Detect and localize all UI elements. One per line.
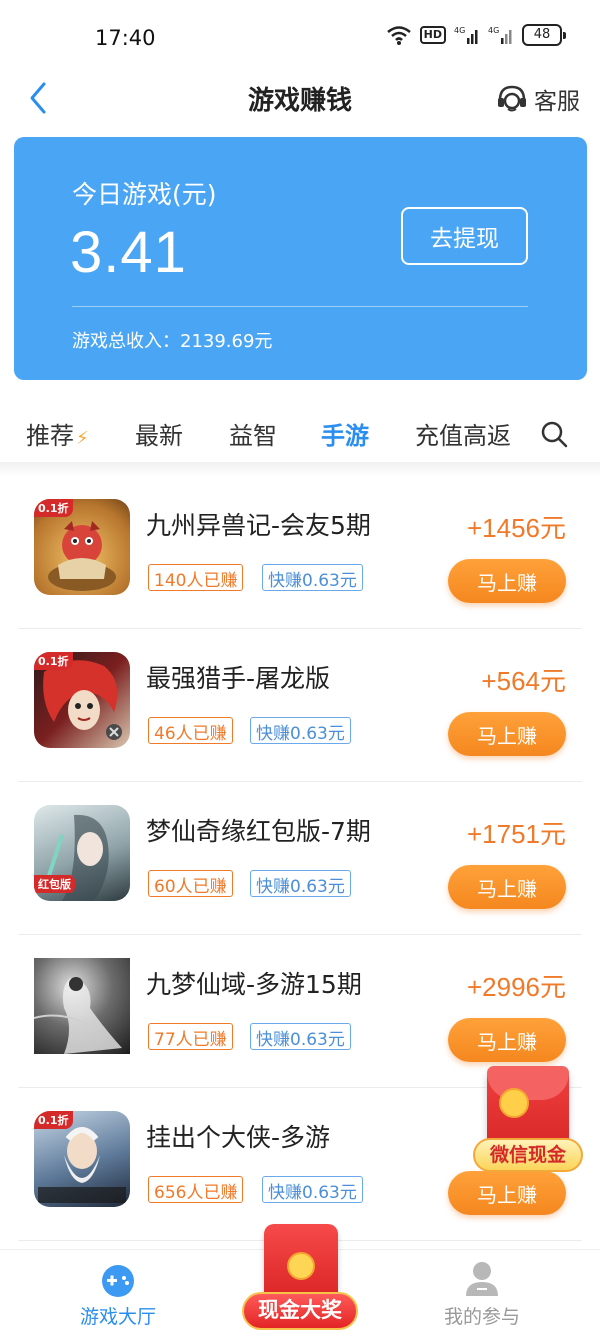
status-bar: 17:40 HD 4G 4G 48 xyxy=(0,0,600,72)
tab-recharge-rebate[interactable]: 充值高返 xyxy=(415,416,511,451)
card-divider xyxy=(72,306,528,307)
tab-label: 充值高返 xyxy=(415,422,511,450)
earned-count-tag: 60人已赚 xyxy=(148,870,233,897)
status-time: 17:40 xyxy=(95,26,156,50)
game-reward: +2996元 xyxy=(466,972,566,1002)
total-income-text: 游戏总收入：2139.69元 xyxy=(72,331,273,352)
quick-earn-tag: 快赚0.63元 xyxy=(250,1023,351,1050)
svg-text:4G: 4G xyxy=(488,26,499,35)
nav-game-hall-label: 游戏大厅 xyxy=(79,1306,156,1328)
nav-my-participation[interactable]: 我的参与 xyxy=(412,1250,552,1333)
nav-bar: 游戏赚钱 客服 xyxy=(0,72,600,124)
quick-earn-tag: 快赚0.63元 xyxy=(262,564,363,591)
hd-icon: HD xyxy=(419,26,446,44)
game-icon: 红包版 xyxy=(34,805,130,901)
game-icon: 0.1折 xyxy=(34,1111,130,1207)
signal-icon: 4G xyxy=(454,26,478,44)
today-earnings-amount: 3.41 xyxy=(70,220,187,285)
headset-icon xyxy=(498,85,526,112)
category-tabs: 推荐 ⚡ 最新 益智 手游 充值高返 xyxy=(0,410,600,467)
customer-service-button[interactable]: 客服 xyxy=(496,82,580,116)
customer-service-label: 客服 xyxy=(534,89,580,115)
quick-earn-tag: 快赚0.63元 xyxy=(250,717,351,744)
tab-recommended[interactable]: 推荐 ⚡ xyxy=(26,416,89,451)
earn-now-button[interactable]: 马上赚 xyxy=(448,865,566,909)
earn-now-button[interactable]: 马上赚 xyxy=(448,1018,566,1062)
balance-card: 今日游戏(元) 3.41 去提现 游戏总收入：2139.69元 xyxy=(14,137,587,380)
earned-count-tag: 140人已赚 xyxy=(148,564,244,591)
earn-now-button[interactable]: 马上赚 xyxy=(448,712,566,756)
nav-my-participation-label: 我的参与 xyxy=(443,1306,520,1328)
wechat-cash-label: 微信现金 xyxy=(473,1138,583,1172)
tab-label: 手游 xyxy=(321,422,369,450)
tab-label: 益智 xyxy=(229,422,277,450)
game-title: 九梦仙域-多游15期 xyxy=(146,970,362,999)
earned-count-tag: 656人已赚 xyxy=(148,1176,244,1203)
wechat-cash-promo[interactable]: 微信现金 xyxy=(473,1066,583,1176)
game-icon: 0.1折 xyxy=(34,499,130,595)
discount-badge: 0.1折 xyxy=(34,652,73,670)
nav-cash-prize-label: 现金大奖 xyxy=(242,1292,358,1330)
status-icons: HD 4G 4G 48 xyxy=(386,24,566,46)
earned-count-tag: 46人已赚 xyxy=(148,717,233,744)
signal-icon: 4G xyxy=(488,26,512,44)
tab-label: 推荐 xyxy=(26,422,74,450)
tab-puzzle[interactable]: 益智 xyxy=(229,416,277,451)
game-title: 九州异兽记-会友5期 xyxy=(146,511,371,540)
withdraw-button[interactable]: 去提现 xyxy=(401,207,528,265)
tab-label: 最新 xyxy=(135,422,183,450)
user-icon xyxy=(466,1262,498,1296)
earned-count-tag: 77人已赚 xyxy=(148,1023,233,1050)
bottom-nav: 游戏大厅 现金大奖 我的参与 xyxy=(0,1224,600,1333)
today-earnings-label: 今日游戏(元) xyxy=(72,180,217,209)
game-icon xyxy=(34,958,130,1054)
game-list-item[interactable]: 0.1折 最强猎手-屠龙版 +564元 46人已赚 快赚0.63元 马上赚 xyxy=(18,629,582,782)
game-reward: +1751元 xyxy=(466,819,566,849)
game-list-item[interactable]: 0.1折 九州异兽记-会友5期 +1456元 140人已赚 快赚0.63元 马上… xyxy=(18,476,582,629)
nav-game-hall[interactable]: 游戏大厅 xyxy=(48,1250,188,1333)
gamepad-icon xyxy=(102,1265,134,1297)
tab-mobile-games[interactable]: 手游 xyxy=(321,416,369,467)
quick-earn-tag: 快赚0.63元 xyxy=(250,870,351,897)
game-reward: +564元 xyxy=(481,666,566,696)
wifi-icon xyxy=(386,26,411,45)
game-title: 梦仙奇缘红包版-7期 xyxy=(146,817,371,846)
svg-text:4G: 4G xyxy=(454,26,465,35)
game-reward: +1456元 xyxy=(466,513,566,543)
game-icon: 0.1折 xyxy=(34,652,130,748)
discount-badge: 0.1折 xyxy=(34,1111,73,1129)
search-icon[interactable] xyxy=(540,420,568,448)
tab-latest[interactable]: 最新 xyxy=(135,416,183,451)
game-title: 最强猎手-屠龙版 xyxy=(146,664,331,693)
coin-icon xyxy=(287,1252,315,1280)
earn-now-button[interactable]: 马上赚 xyxy=(448,559,566,603)
game-list-item[interactable]: 红包版 梦仙奇缘红包版-7期 +1751元 60人已赚 快赚0.63元 马上赚 xyxy=(18,782,582,935)
nav-cash-prize[interactable]: 现金大奖 xyxy=(240,1224,360,1333)
red-packet-badge: 红包版 xyxy=(34,875,75,893)
earn-now-button[interactable]: 马上赚 xyxy=(448,1171,566,1215)
battery-icon: 48 xyxy=(522,24,566,46)
game-title: 挂出个大侠-多游 xyxy=(146,1123,331,1152)
discount-badge: 0.1折 xyxy=(34,499,73,517)
tabs-divider xyxy=(0,462,600,476)
lightning-icon: ⚡ xyxy=(76,428,89,449)
quick-earn-tag: 快赚0.63元 xyxy=(262,1176,363,1203)
coin-icon xyxy=(499,1088,529,1118)
